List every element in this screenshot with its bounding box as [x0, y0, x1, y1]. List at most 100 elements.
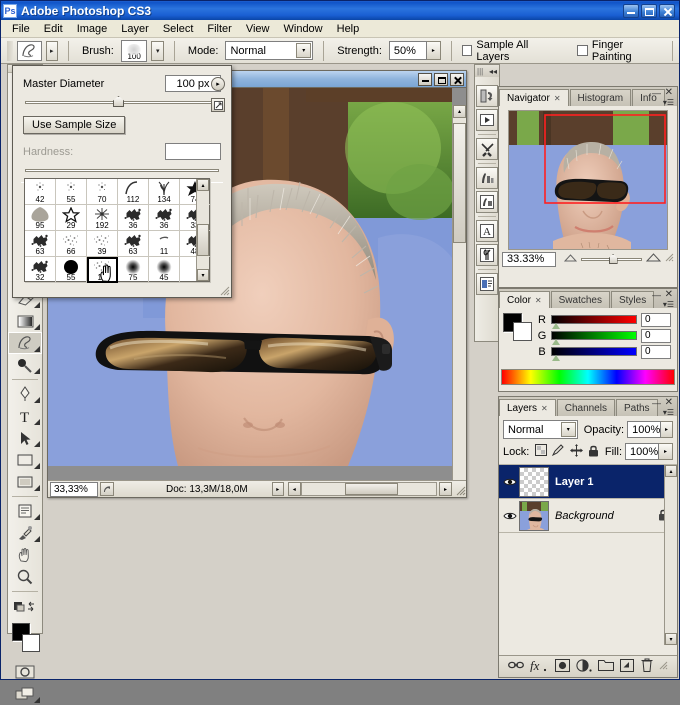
document-minimize-icon[interactable]: [418, 72, 432, 86]
brush-preset-cell[interactable]: 55: [56, 179, 87, 205]
brush-preset-cell[interactable]: 36: [149, 205, 180, 231]
brush-preset-cell[interactable]: 29: [56, 205, 87, 231]
notes-tool[interactable]: [8, 500, 42, 522]
panel-menu-icon[interactable]: ▾☰: [663, 408, 674, 417]
clone-source-icon[interactable]: [476, 191, 498, 213]
menu-item-layer[interactable]: Layer: [114, 21, 156, 37]
shape-tool[interactable]: [8, 471, 42, 493]
layer-name[interactable]: Background: [555, 510, 614, 522]
document-info[interactable]: Doc: 13,3M/18,0M: [114, 484, 272, 495]
close-icon[interactable]: ✕: [541, 404, 548, 413]
layer-row-layer-1[interactable]: Layer 1: [499, 465, 677, 499]
layers-resize-grip[interactable]: [659, 661, 668, 673]
menu-item-window[interactable]: Window: [277, 21, 330, 37]
new-group-icon[interactable]: [598, 659, 615, 674]
layer-visibility-toggle[interactable]: [501, 477, 519, 487]
g-slider-handle[interactable]: [552, 339, 560, 345]
lock-position-icon[interactable]: [570, 443, 584, 460]
layer-thumbnail[interactable]: [519, 500, 549, 531]
bridge-icon[interactable]: [476, 85, 498, 107]
slider-handle[interactable]: [113, 96, 124, 107]
brush-preset-cell[interactable]: 95: [25, 205, 56, 231]
brush-popup-resize-grip[interactable]: [220, 286, 230, 296]
canvas-horizontal-scrollbar[interactable]: [300, 482, 437, 496]
panel-close-icon[interactable]: ✕: [665, 87, 673, 98]
resize-grip-icon[interactable]: [454, 482, 466, 496]
adjustment-layer-icon[interactable]: [576, 658, 592, 675]
tab-channels[interactable]: Channels: [556, 399, 615, 416]
layer-row-background[interactable]: Background: [499, 499, 677, 533]
navigator-resize-grip[interactable]: [665, 253, 674, 265]
g-slider[interactable]: [551, 331, 637, 345]
brush-preset-cell[interactable]: 55: [56, 257, 87, 283]
brush-preset-cell[interactable]: 63: [118, 231, 149, 257]
brush-preset-cell[interactable]: 134: [149, 179, 180, 205]
r-value[interactable]: 0: [641, 312, 671, 327]
fill-stepper[interactable]: ▸: [659, 443, 673, 460]
dock-grip[interactable]: ||| ◂◂: [475, 65, 499, 77]
brush-picker-menu-icon[interactable]: ▸: [211, 77, 225, 91]
layer-style-fx-icon[interactable]: fx: [530, 658, 548, 675]
brush-preset-cell[interactable]: 11: [149, 231, 180, 257]
b-slider[interactable]: [551, 347, 637, 361]
play-icon[interactable]: [476, 109, 498, 131]
layer-blend-mode-select[interactable]: Normal ▾: [503, 420, 578, 439]
delete-layer-icon[interactable]: [641, 658, 653, 675]
chevron-down-icon[interactable]: ▾: [560, 422, 576, 437]
tab-layers[interactable]: Layers ✕: [499, 399, 556, 416]
zoom-tool[interactable]: [8, 566, 42, 588]
panel-minimize-icon[interactable]: —: [652, 88, 661, 98]
brush-preset-cell[interactable]: 192: [87, 205, 118, 231]
vertical-scroll-thumb[interactable]: [453, 123, 466, 243]
finger-painting-checkbox[interactable]: Finger Painting: [577, 39, 662, 63]
color-spectrum-ramp[interactable]: [501, 369, 675, 385]
brush-grid-scrollbar[interactable]: ▴ ▾: [196, 179, 209, 281]
maximize-icon[interactable]: [641, 3, 657, 18]
zoom-in-icon[interactable]: [645, 252, 662, 266]
gradient-tool[interactable]: [8, 310, 42, 332]
brush-scroll-up-icon[interactable]: ▴: [197, 179, 209, 191]
smudge-tool[interactable]: [8, 332, 42, 354]
expand-dock-icon[interactable]: ◂◂: [489, 67, 497, 76]
fill-input[interactable]: 100%: [625, 443, 659, 460]
strength-stepper[interactable]: ▸: [426, 41, 441, 60]
r-slider[interactable]: [551, 315, 637, 329]
link-layers-icon[interactable]: [508, 660, 525, 673]
brush-preset-cell[interactable]: 75: [118, 257, 149, 283]
menu-item-edit[interactable]: Edit: [37, 21, 70, 37]
close-icon[interactable]: ✕: [535, 296, 542, 305]
paragraph-icon[interactable]: [476, 244, 498, 266]
brush-preset-cell[interactable]: 45: [149, 257, 180, 283]
tool-preset-dropdown[interactable]: ▸: [45, 40, 58, 61]
layer-comps-icon[interactable]: [476, 273, 498, 295]
sample-all-layers-checkbox[interactable]: Sample All Layers: [461, 39, 560, 63]
screen-mode-toggle[interactable]: [8, 683, 42, 705]
layers-scroll-down-icon[interactable]: ▾: [665, 633, 677, 645]
brush-preset-cell[interactable]: 42: [25, 179, 56, 205]
b-slider-handle[interactable]: [552, 355, 560, 361]
brush-preset-cell[interactable]: 112: [118, 179, 149, 205]
canvas-vertical-scrollbar[interactable]: ▴ ▾: [452, 105, 466, 480]
layer-mask-icon[interactable]: [554, 658, 570, 675]
brush-preset-cell[interactable]: 18: [87, 257, 118, 283]
current-tool-icon[interactable]: [16, 40, 42, 61]
layer-name[interactable]: Layer 1: [555, 476, 594, 488]
scroll-up-icon[interactable]: ▴: [453, 105, 466, 118]
menu-item-file[interactable]: File: [5, 21, 37, 37]
tab-styles[interactable]: Styles: [610, 291, 655, 308]
use-sample-size-button[interactable]: Use Sample Size: [23, 116, 126, 134]
opacity-input[interactable]: 100%: [627, 421, 662, 438]
pen-tool[interactable]: [8, 383, 42, 405]
brush-preset-cell[interactable]: 63: [25, 231, 56, 257]
tools-icon[interactable]: [476, 138, 498, 160]
layers-scroll-up-icon[interactable]: ▴: [665, 465, 677, 477]
close-icon[interactable]: [659, 3, 675, 18]
lock-transparency-icon[interactable]: [535, 444, 548, 459]
layer-visibility-toggle[interactable]: [501, 511, 519, 521]
brush-preset-grid[interactable]: 42 55 70 112 134 74 95 29 192 36 36 33 63 66 39 63 11 48 3…: [24, 178, 211, 283]
menu-item-help[interactable]: Help: [330, 21, 367, 37]
minimize-icon[interactable]: [623, 3, 639, 18]
menu-item-image[interactable]: Image: [70, 21, 115, 37]
type-tool[interactable]: T: [8, 405, 42, 427]
status-expand-icon[interactable]: ▸: [271, 482, 284, 496]
